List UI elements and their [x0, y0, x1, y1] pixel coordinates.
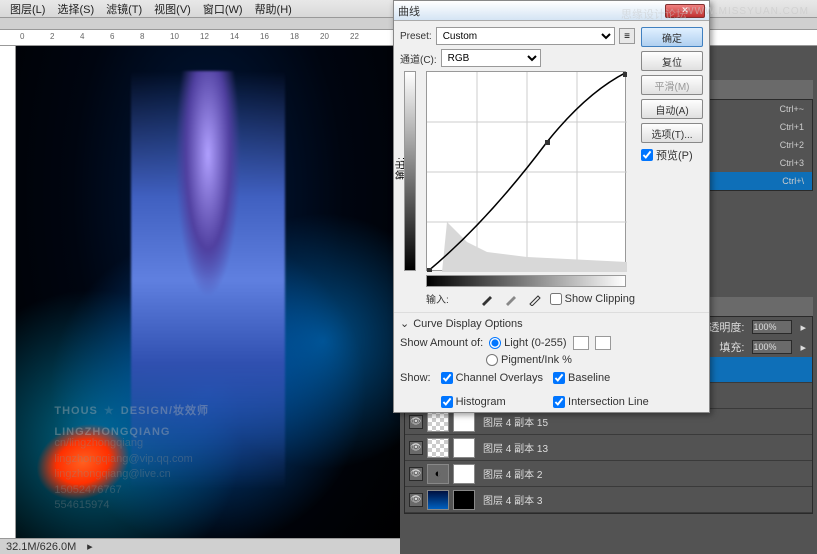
forum-watermark: 思缘设计论坛	[621, 6, 687, 22]
visibility-icon[interactable]: 👁	[409, 493, 423, 507]
channel-select[interactable]: RGB	[441, 49, 541, 67]
gradient-horizontal	[426, 275, 626, 287]
opacity-input[interactable]	[752, 320, 792, 334]
channel-overlays-check[interactable]: Channel Overlays	[441, 372, 543, 384]
layer-mask-thumb[interactable]	[453, 490, 475, 510]
opacity-arrow-icon[interactable]: ▸	[800, 321, 806, 334]
url-watermark: WWW.MISSYUAN.COM	[684, 6, 809, 17]
layer-mask-thumb[interactable]	[453, 412, 475, 432]
menu-window[interactable]: 窗口(W)	[197, 0, 249, 19]
menu-view[interactable]: 视图(V)	[148, 0, 197, 19]
histogram-check[interactable]: Histogram	[441, 396, 543, 408]
watermark-main: THOUS ★ DESIGN/妆效师 LINGZHONGQIANG	[54, 398, 209, 440]
ok-button[interactable]: 确定	[641, 27, 703, 47]
preset-label: Preset:	[400, 31, 432, 42]
menu-filter[interactable]: 滤镜(T)	[100, 0, 148, 19]
grid-large-icon[interactable]	[595, 336, 611, 350]
smooth-button[interactable]: 平滑(M)	[641, 75, 703, 95]
canvas-area: THOUS ★ DESIGN/妆效师 LINGZHONGQIANG cn/lin…	[0, 46, 400, 538]
show-amount-label: Show Amount of:	[400, 337, 483, 349]
reset-button[interactable]: 复位	[641, 51, 703, 71]
fill-arrow-icon[interactable]: ▸	[800, 341, 806, 354]
dialog-title: 曲线	[398, 3, 420, 19]
baseline-check[interactable]: Baseline	[553, 372, 649, 384]
show-clipping-check[interactable]: Show Clipping	[550, 293, 635, 305]
layer-name: 图层 4 副本 2	[483, 466, 542, 481]
status-bar: 32.1M/626.0M ▸	[0, 538, 400, 554]
layer-name: 图层 4 副本 13	[483, 440, 548, 455]
menu-select[interactable]: 选择(S)	[51, 0, 100, 19]
auto-button[interactable]: 自动(A)	[641, 99, 703, 119]
fill-input[interactable]	[752, 340, 792, 354]
layer-row[interactable]: 👁 图层 4 副本 13	[405, 435, 812, 461]
grid-small-icon[interactable]	[573, 336, 589, 350]
eyedropper-white-icon[interactable]	[528, 292, 542, 306]
expand-icon[interactable]: ⌄	[400, 317, 409, 330]
menu-help[interactable]: 帮助(H)	[249, 0, 298, 19]
layer-mask-thumb[interactable]	[453, 438, 475, 458]
layer-mask-thumb[interactable]	[453, 464, 475, 484]
menu-layer[interactable]: 图层(L)	[4, 0, 51, 19]
fill-label: 填充:	[719, 339, 744, 355]
curve-graph[interactable]	[426, 71, 626, 271]
visibility-icon[interactable]: 👁	[409, 415, 423, 429]
layer-thumb[interactable]	[427, 412, 449, 432]
eyedropper-black-icon[interactable]	[480, 292, 494, 306]
eyedropper-gray-icon[interactable]	[504, 292, 518, 306]
preset-menu-icon[interactable]: ≡	[619, 28, 635, 44]
watermark-contact: cn/lingzhongqiang lingzhongqiang@vip.qq.…	[54, 436, 192, 513]
layer-thumb[interactable]: ◐	[427, 464, 449, 484]
curve-display-options-label: Curve Display Options	[413, 318, 522, 330]
gradient-vertical	[404, 71, 416, 271]
visibility-icon[interactable]: 👁	[409, 441, 423, 455]
options-button[interactable]: 选项(T)...	[641, 123, 703, 143]
intersection-check[interactable]: Intersection Line	[553, 396, 649, 408]
preview-check[interactable]: 预览(P)	[641, 147, 703, 163]
canvas[interactable]: THOUS ★ DESIGN/妆效师 LINGZHONGQIANG cn/lin…	[16, 46, 400, 538]
channel-label: 通道(C):	[400, 51, 437, 66]
layer-thumb[interactable]	[427, 438, 449, 458]
layer-name: 图层 4 副本 15	[483, 414, 548, 429]
input-label: 输入:	[426, 291, 449, 306]
layer-name: 图层 4 副本 3	[483, 492, 542, 507]
pigment-radio[interactable]: Pigment/Ink %	[486, 354, 703, 366]
preset-select[interactable]: Custom	[436, 27, 615, 45]
layer-row[interactable]: 👁 ◐ 图层 4 副本 2	[405, 461, 812, 487]
ruler-vertical	[0, 46, 16, 538]
visibility-icon[interactable]: 👁	[409, 467, 423, 481]
status-memory: 32.1M/626.0M	[6, 541, 76, 553]
show-label: Show:	[400, 372, 431, 384]
layer-thumb[interactable]	[427, 490, 449, 510]
layer-row[interactable]: 👁 图层 4 副本 3	[405, 487, 812, 513]
light-radio[interactable]: Light (0-255)	[489, 337, 566, 349]
curves-dialog: 曲线 ✕ Preset: Custom ≡ 通道(C): RGB 输出:	[393, 0, 710, 413]
